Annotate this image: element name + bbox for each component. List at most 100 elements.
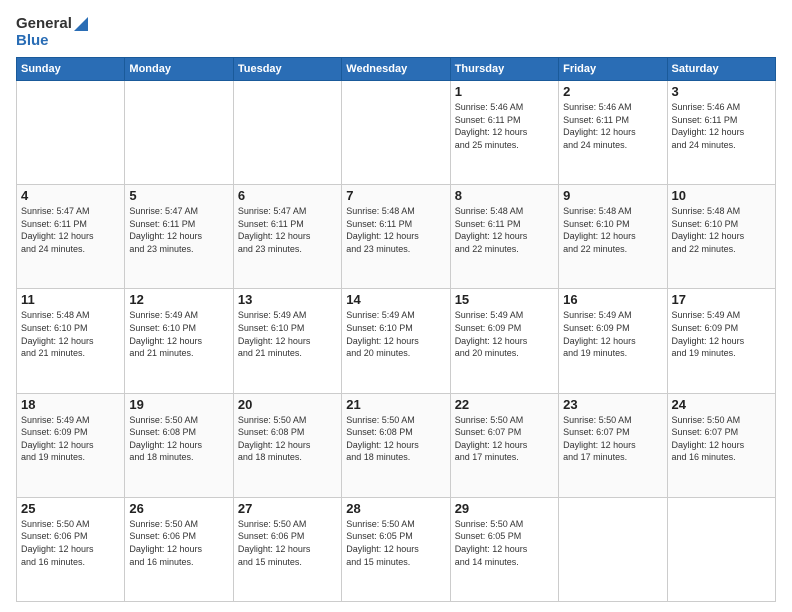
day-number: 11 (21, 292, 120, 307)
calendar-cell: 6 Sunrise: 5:47 AM Sunset: 6:11 PM Daylig… (233, 185, 341, 289)
day-number: 1 (455, 84, 554, 99)
col-header-tuesday: Tuesday (233, 58, 341, 81)
day-info: Sunrise: 5:50 AM Sunset: 6:05 PM Dayligh… (455, 518, 554, 568)
day-info: Sunrise: 5:49 AM Sunset: 6:09 PM Dayligh… (455, 309, 554, 359)
day-info: Sunrise: 5:47 AM Sunset: 6:11 PM Dayligh… (238, 205, 337, 255)
logo: General Blue (16, 16, 88, 49)
day-number: 26 (129, 501, 228, 516)
day-info: Sunrise: 5:50 AM Sunset: 6:06 PM Dayligh… (238, 518, 337, 568)
calendar-cell: 27 Sunrise: 5:50 AM Sunset: 6:06 PM Dayli… (233, 497, 341, 601)
day-info: Sunrise: 5:49 AM Sunset: 6:10 PM Dayligh… (129, 309, 228, 359)
day-info: Sunrise: 5:49 AM Sunset: 6:10 PM Dayligh… (238, 309, 337, 359)
week-row-2: 4 Sunrise: 5:47 AM Sunset: 6:11 PM Daylig… (17, 185, 776, 289)
day-number: 10 (672, 188, 771, 203)
calendar-cell: 21 Sunrise: 5:50 AM Sunset: 6:08 PM Dayli… (342, 393, 450, 497)
day-info: Sunrise: 5:47 AM Sunset: 6:11 PM Dayligh… (129, 205, 228, 255)
calendar-cell: 15 Sunrise: 5:49 AM Sunset: 6:09 PM Dayli… (450, 289, 558, 393)
calendar-cell: 16 Sunrise: 5:49 AM Sunset: 6:09 PM Dayli… (559, 289, 667, 393)
logo-text: General Blue (16, 16, 88, 49)
day-info: Sunrise: 5:48 AM Sunset: 6:10 PM Dayligh… (21, 309, 120, 359)
col-header-saturday: Saturday (667, 58, 775, 81)
day-info: Sunrise: 5:50 AM Sunset: 6:08 PM Dayligh… (238, 414, 337, 464)
calendar-cell (559, 497, 667, 601)
logo-general: General (16, 16, 88, 33)
day-info: Sunrise: 5:50 AM Sunset: 6:07 PM Dayligh… (672, 414, 771, 464)
col-header-wednesday: Wednesday (342, 58, 450, 81)
logo-blue: Blue (16, 33, 88, 50)
calendar-cell: 1 Sunrise: 5:46 AM Sunset: 6:11 PM Daylig… (450, 81, 558, 185)
day-number: 7 (346, 188, 445, 203)
calendar-cell: 3 Sunrise: 5:46 AM Sunset: 6:11 PM Daylig… (667, 81, 775, 185)
calendar-cell (233, 81, 341, 185)
col-header-thursday: Thursday (450, 58, 558, 81)
calendar-cell (667, 497, 775, 601)
calendar-cell: 7 Sunrise: 5:48 AM Sunset: 6:11 PM Daylig… (342, 185, 450, 289)
day-number: 16 (563, 292, 662, 307)
day-info: Sunrise: 5:50 AM Sunset: 6:08 PM Dayligh… (346, 414, 445, 464)
day-number: 15 (455, 292, 554, 307)
day-info: Sunrise: 5:50 AM Sunset: 6:06 PM Dayligh… (21, 518, 120, 568)
week-row-4: 18 Sunrise: 5:49 AM Sunset: 6:09 PM Dayli… (17, 393, 776, 497)
day-info: Sunrise: 5:48 AM Sunset: 6:10 PM Dayligh… (563, 205, 662, 255)
calendar-cell: 24 Sunrise: 5:50 AM Sunset: 6:07 PM Dayli… (667, 393, 775, 497)
col-header-monday: Monday (125, 58, 233, 81)
calendar-cell: 14 Sunrise: 5:49 AM Sunset: 6:10 PM Dayli… (342, 289, 450, 393)
calendar-cell: 11 Sunrise: 5:48 AM Sunset: 6:10 PM Dayli… (17, 289, 125, 393)
day-number: 3 (672, 84, 771, 99)
calendar-cell: 10Sunrise: 5:48 AM Sunset: 6:10 PM Dayli… (667, 185, 775, 289)
calendar-cell: 5Sunrise: 5:47 AM Sunset: 6:11 PM Daylig… (125, 185, 233, 289)
calendar-cell: 9 Sunrise: 5:48 AM Sunset: 6:10 PM Daylig… (559, 185, 667, 289)
day-number: 18 (21, 397, 120, 412)
day-number: 23 (563, 397, 662, 412)
day-info: Sunrise: 5:50 AM Sunset: 6:07 PM Dayligh… (563, 414, 662, 464)
week-row-1: 1 Sunrise: 5:46 AM Sunset: 6:11 PM Daylig… (17, 81, 776, 185)
calendar-cell: 25 Sunrise: 5:50 AM Sunset: 6:06 PM Dayli… (17, 497, 125, 601)
calendar-cell: 20 Sunrise: 5:50 AM Sunset: 6:08 PM Dayli… (233, 393, 341, 497)
day-number: 9 (563, 188, 662, 203)
day-number: 13 (238, 292, 337, 307)
day-info: Sunrise: 5:46 AM Sunset: 6:11 PM Dayligh… (563, 101, 662, 151)
day-info: Sunrise: 5:46 AM Sunset: 6:11 PM Dayligh… (672, 101, 771, 151)
day-number: 28 (346, 501, 445, 516)
calendar-cell: 2Sunrise: 5:46 AM Sunset: 6:11 PM Daylig… (559, 81, 667, 185)
day-number: 20 (238, 397, 337, 412)
week-row-3: 11 Sunrise: 5:48 AM Sunset: 6:10 PM Dayli… (17, 289, 776, 393)
day-info: Sunrise: 5:50 AM Sunset: 6:08 PM Dayligh… (129, 414, 228, 464)
calendar-cell: 22Sunrise: 5:50 AM Sunset: 6:07 PM Dayli… (450, 393, 558, 497)
day-number: 22 (455, 397, 554, 412)
calendar-cell: 12Sunrise: 5:49 AM Sunset: 6:10 PM Dayli… (125, 289, 233, 393)
calendar-cell: 17Sunrise: 5:49 AM Sunset: 6:09 PM Dayli… (667, 289, 775, 393)
calendar-cell: 23 Sunrise: 5:50 AM Sunset: 6:07 PM Dayli… (559, 393, 667, 497)
logo-flag-icon (74, 17, 88, 31)
day-info: Sunrise: 5:46 AM Sunset: 6:11 PM Dayligh… (455, 101, 554, 151)
calendar-cell: 13 Sunrise: 5:49 AM Sunset: 6:10 PM Dayli… (233, 289, 341, 393)
day-number: 21 (346, 397, 445, 412)
calendar-cell: 28 Sunrise: 5:50 AM Sunset: 6:05 PM Dayli… (342, 497, 450, 601)
calendar-cell (17, 81, 125, 185)
day-number: 14 (346, 292, 445, 307)
day-info: Sunrise: 5:50 AM Sunset: 6:06 PM Dayligh… (129, 518, 228, 568)
calendar-cell (125, 81, 233, 185)
day-info: Sunrise: 5:50 AM Sunset: 6:05 PM Dayligh… (346, 518, 445, 568)
calendar-cell: 18 Sunrise: 5:49 AM Sunset: 6:09 PM Dayli… (17, 393, 125, 497)
day-number: 6 (238, 188, 337, 203)
calendar-cell (342, 81, 450, 185)
day-info: Sunrise: 5:49 AM Sunset: 6:09 PM Dayligh… (563, 309, 662, 359)
calendar-cell: 29 Sunrise: 5:50 AM Sunset: 6:05 PM Dayli… (450, 497, 558, 601)
day-info: Sunrise: 5:48 AM Sunset: 6:11 PM Dayligh… (455, 205, 554, 255)
day-info: Sunrise: 5:47 AM Sunset: 6:11 PM Dayligh… (21, 205, 120, 255)
day-number: 8 (455, 188, 554, 203)
day-number: 4 (21, 188, 120, 203)
day-info: Sunrise: 5:49 AM Sunset: 6:09 PM Dayligh… (672, 309, 771, 359)
day-info: Sunrise: 5:49 AM Sunset: 6:10 PM Dayligh… (346, 309, 445, 359)
day-number: 27 (238, 501, 337, 516)
day-number: 25 (21, 501, 120, 516)
day-number: 24 (672, 397, 771, 412)
day-info: Sunrise: 5:49 AM Sunset: 6:09 PM Dayligh… (21, 414, 120, 464)
day-number: 29 (455, 501, 554, 516)
day-number: 19 (129, 397, 228, 412)
calendar-cell: 26 Sunrise: 5:50 AM Sunset: 6:06 PM Dayli… (125, 497, 233, 601)
page: General Blue SundayMondayTuesdayWednesda… (0, 0, 792, 612)
day-info: Sunrise: 5:48 AM Sunset: 6:11 PM Dayligh… (346, 205, 445, 255)
calendar-table: SundayMondayTuesdayWednesdayThursdayFrid… (16, 57, 776, 602)
